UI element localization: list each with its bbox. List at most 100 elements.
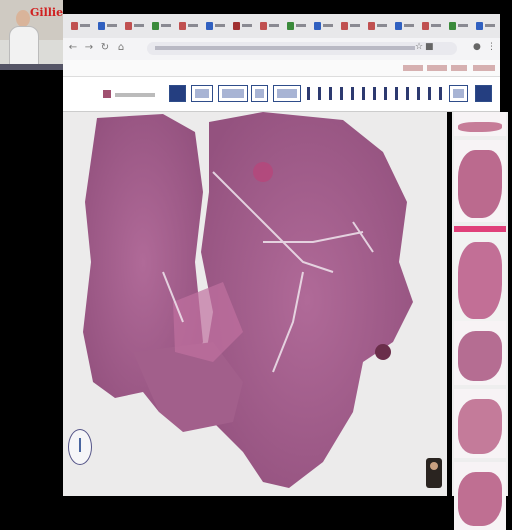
profile-icon[interactable]: ● <box>473 42 482 54</box>
browser-tab[interactable] <box>204 20 228 32</box>
browser-tab[interactable] <box>312 20 336 32</box>
browser-tab[interactable] <box>96 20 120 32</box>
zoom-dial-needle <box>79 438 81 452</box>
tab-favicon-icon <box>314 22 321 30</box>
tab-title <box>431 24 441 27</box>
tab-favicon-icon <box>206 22 213 30</box>
thumbnail-tissue <box>458 150 502 218</box>
reload-icon[interactable]: ↻ <box>99 42 111 54</box>
extension-icon[interactable]: ■ <box>425 42 434 54</box>
slide-view[interactable] <box>63 112 447 496</box>
url-bar[interactable] <box>147 42 457 55</box>
browser-tab[interactable] <box>420 20 444 32</box>
tab-favicon-icon <box>287 22 294 30</box>
tab-favicon-icon <box>422 22 429 30</box>
bookmark-item[interactable] <box>473 65 495 71</box>
url-text <box>155 46 415 50</box>
tissue-nodule <box>253 162 273 182</box>
slide-info-button[interactable] <box>169 85 186 102</box>
viewer-menu-button[interactable] <box>475 85 492 102</box>
thumbnail-tissue <box>458 242 502 319</box>
tab-favicon-icon <box>71 22 78 30</box>
tab-title <box>458 24 468 27</box>
tab-favicon-icon <box>368 22 375 30</box>
tab-favicon-icon <box>125 22 132 30</box>
viewer-home-icon[interactable] <box>103 90 111 98</box>
annotation-tools-group[interactable] <box>307 85 446 102</box>
tab-title <box>80 24 90 27</box>
tab-favicon-icon <box>449 22 456 30</box>
tab-title <box>215 24 225 27</box>
thumbnail-tissue <box>458 122 502 132</box>
browser-tab-strip <box>63 14 500 38</box>
annotation-tool-icons <box>307 87 446 100</box>
tab-favicon-icon <box>233 22 240 30</box>
presenter-head <box>16 10 30 27</box>
browser-tab[interactable] <box>393 20 417 32</box>
browser-tab[interactable] <box>123 20 147 32</box>
tab-favicon-icon <box>395 22 402 30</box>
thumbnail-tissue <box>458 331 502 381</box>
presenter-webcam: Gillies <box>0 0 63 70</box>
toolbar-button[interactable] <box>251 85 268 102</box>
toolbar-button[interactable] <box>449 85 468 102</box>
tab-title <box>404 24 414 27</box>
browser-tab[interactable] <box>258 20 282 32</box>
browser-tab[interactable] <box>474 20 498 32</box>
browser-tab[interactable] <box>69 20 93 32</box>
tab-title <box>269 24 279 27</box>
tab-favicon-icon <box>179 22 186 30</box>
tab-favicon-icon <box>476 22 483 30</box>
tab-title <box>242 24 252 27</box>
tab-favicon-icon <box>260 22 267 30</box>
tab-title <box>377 24 387 27</box>
slide-viewer-toolbar <box>63 77 500 112</box>
slide-thumbnail[interactable] <box>454 226 506 323</box>
secondary-webcam-head <box>430 462 438 470</box>
thumbnail-tissue <box>458 472 502 526</box>
browser-tab[interactable] <box>366 20 390 32</box>
secondary-webcam <box>426 458 442 488</box>
bookmark-item[interactable] <box>427 65 447 71</box>
tab-title <box>134 24 144 27</box>
tissue-right-lobe <box>201 112 413 488</box>
tab-favicon-icon <box>98 22 105 30</box>
tab-favicon-icon <box>341 22 348 30</box>
slide-thumbnail-strip <box>452 112 508 530</box>
slide-thumbnail[interactable] <box>454 140 506 222</box>
back-arrow-icon[interactable]: ← <box>67 42 79 54</box>
browser-tab[interactable] <box>285 20 309 32</box>
slide-thumbnail[interactable] <box>454 462 506 530</box>
bookmark-star-icon[interactable]: ☆ <box>415 42 424 54</box>
browser-tab[interactable] <box>231 20 255 32</box>
browser-address-row: ← → ↻ ⌂ ☆ ■ ● ⋮ <box>63 38 500 60</box>
tab-title <box>485 24 495 27</box>
toolbar-button[interactable] <box>273 85 301 102</box>
slide-title <box>115 93 155 97</box>
toolbar-button[interactable] <box>218 85 248 102</box>
tissue-section <box>83 112 413 488</box>
home-icon[interactable]: ⌂ <box>115 42 127 54</box>
toolbar-button[interactable] <box>191 85 213 102</box>
tab-title <box>350 24 360 27</box>
browser-tab[interactable] <box>150 20 174 32</box>
tab-title <box>188 24 198 27</box>
tab-title <box>296 24 306 27</box>
browser-tab[interactable] <box>177 20 201 32</box>
menu-icon[interactable]: ⋮ <box>487 42 496 54</box>
webcam-caption-bar <box>0 64 63 70</box>
tab-favicon-icon <box>152 22 159 30</box>
bookmark-item[interactable] <box>451 65 467 71</box>
forward-arrow-icon[interactable]: → <box>83 42 95 54</box>
zoom-dial[interactable] <box>68 429 92 465</box>
tissue-dark-focus <box>375 344 391 360</box>
slide-thumbnail[interactable] <box>454 321 506 385</box>
slide-thumbnail[interactable] <box>454 112 506 136</box>
bookmark-item[interactable] <box>403 65 423 71</box>
browser-tab[interactable] <box>339 20 363 32</box>
thumbnail-tissue <box>458 399 502 454</box>
slide-thumbnail[interactable] <box>454 389 506 458</box>
tab-title <box>161 24 171 27</box>
tab-title <box>323 24 333 27</box>
browser-tab[interactable] <box>447 20 471 32</box>
